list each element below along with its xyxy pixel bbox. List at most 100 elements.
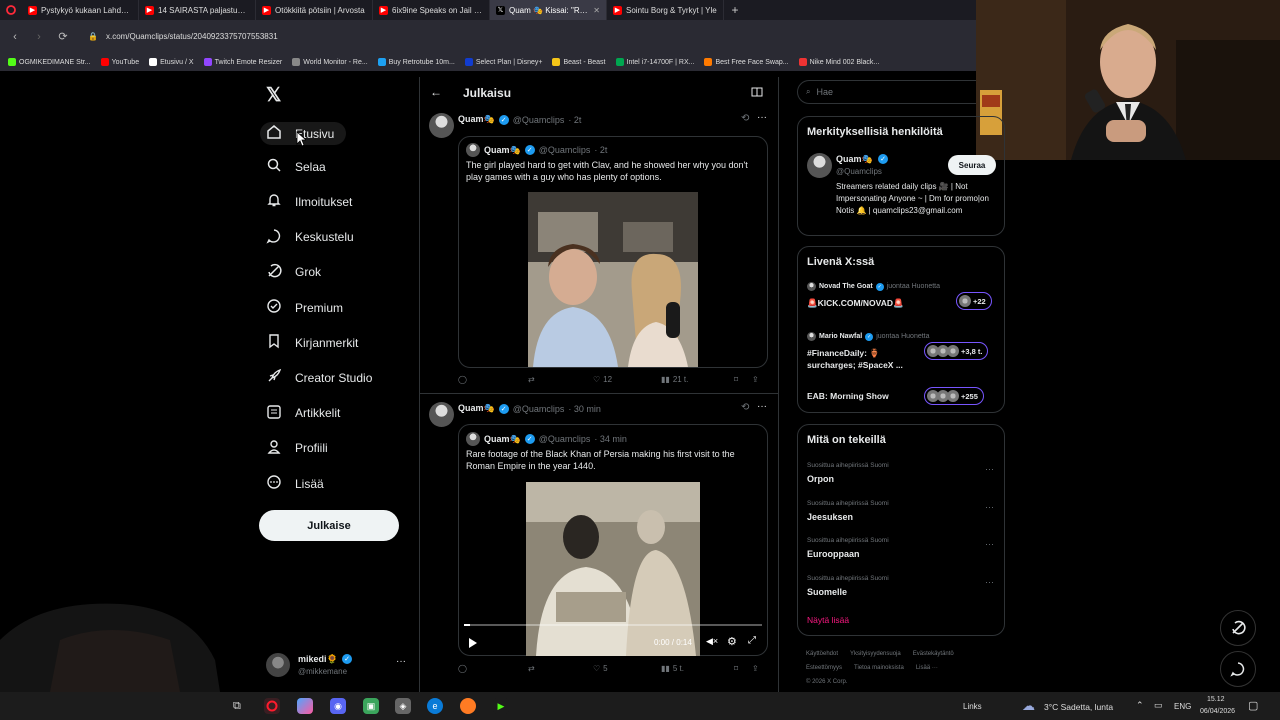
user-name[interactable]: Quam🎭 xyxy=(836,154,873,165)
trend-item[interactable]: Suosittua aihepiirissä Suomi Eurooppaan ··… xyxy=(798,537,1004,569)
fullscreen-icon[interactable]: ⤢ xyxy=(748,635,756,646)
edge-icon[interactable]: e xyxy=(427,698,443,714)
listeners-pill[interactable]: +3,8 t. xyxy=(924,342,989,360)
tray-chevron-icon[interactable]: ⌃ xyxy=(1136,700,1144,711)
search-input[interactable]: ⌕ Hae xyxy=(797,80,976,104)
app-icon[interactable] xyxy=(297,698,313,714)
retweet-icon[interactable]: ⇄ xyxy=(528,664,593,673)
bookmark-item[interactable]: Best Free Face Swap... xyxy=(704,58,789,66)
nav-item-premium[interactable]: Premium xyxy=(266,298,343,317)
more-dots-icon[interactable]: ··· xyxy=(985,464,994,474)
network-icon[interactable]: ▭ xyxy=(1154,700,1163,711)
like-button[interactable]: ♡ 12 xyxy=(593,375,661,384)
tweet-time[interactable]: · 30 min xyxy=(568,404,601,414)
reload-icon[interactable]: ⟳ xyxy=(56,30,70,43)
grok-icon[interactable]: ⟲ xyxy=(741,113,749,124)
more-dots-icon[interactable]: ··· xyxy=(985,577,994,587)
nav-item-selaa[interactable]: Selaa xyxy=(266,157,326,176)
footer-link[interactable]: Yksityisyydensuoja xyxy=(850,647,901,661)
forward-icon[interactable]: › xyxy=(32,31,46,43)
nav-item-profiili[interactable]: Profiili xyxy=(266,439,328,458)
user-handle[interactable]: @Quamclips xyxy=(836,167,882,176)
new-tab-button[interactable]: + xyxy=(724,3,746,17)
share-icon[interactable]: ⇪ xyxy=(752,375,759,384)
opera-icon[interactable] xyxy=(264,698,280,714)
kick-icon[interactable]: ▶ xyxy=(493,698,509,714)
url-bar[interactable]: 🔒 x.com/Quamclips/status/204092337570755… xyxy=(88,25,976,49)
notification-icon[interactable]: ▢ xyxy=(1248,699,1258,712)
chat-app-icon[interactable]: ▣ xyxy=(363,698,379,714)
browser-tab[interactable]: 𝕏 Quam 🎭 Kissai: "Rails ✕ xyxy=(490,0,607,20)
share-icon[interactable]: ⇪ xyxy=(752,664,759,673)
nav-item-grok[interactable]: Grok xyxy=(266,263,321,282)
more-dots-icon[interactable]: ··· xyxy=(757,401,767,412)
play-icon[interactable] xyxy=(468,636,478,651)
language-indicator[interactable]: ENG xyxy=(1174,702,1191,711)
footer-link[interactable]: Lisää ··· xyxy=(916,661,938,675)
grok-icon[interactable]: ⟲ xyxy=(741,402,749,413)
close-tab-icon[interactable]: ✕ xyxy=(593,6,600,15)
retweet-icon[interactable]: ⇄ xyxy=(528,375,593,384)
more-dots-icon[interactable]: ··· xyxy=(757,112,767,123)
browser-tab[interactable]: ▶ Sointu Borg & Tyrkyt | Yle xyxy=(607,0,724,20)
browser-menu-icon[interactable] xyxy=(0,5,22,15)
reply-icon[interactable]: ◯ xyxy=(458,664,528,673)
trend-item[interactable]: Suosittua aihepiirissä Suomi Suomelle ··· xyxy=(798,575,1004,607)
nav-item-ilmoitukset[interactable]: Ilmoitukset xyxy=(266,192,352,211)
bookmark-icon[interactable]: ⌑ xyxy=(734,664,752,673)
nav-item-kirjanmerkit[interactable]: Kirjanmerkit xyxy=(266,333,358,352)
account-switcher[interactable]: mikedi🌻 ✓ @mikkemane ··· xyxy=(266,652,408,680)
footer-link[interactable]: © 2026 X Corp. xyxy=(806,675,847,689)
views-button[interactable]: ▮▮ 21 t. xyxy=(661,375,734,384)
bookmark-item[interactable]: Select Plan | Disney+ xyxy=(464,58,542,66)
live-host[interactable]: Novad The Goat ✓ juontaa Huonetta xyxy=(807,282,940,291)
more-dots-icon[interactable]: ··· xyxy=(985,539,994,549)
nav-item-artikkelit[interactable]: Artikkelit xyxy=(266,404,340,423)
back-arrow-icon[interactable]: ← xyxy=(430,85,442,99)
bookmark-item[interactable]: Etusivu / X xyxy=(149,58,194,66)
reader-icon[interactable] xyxy=(751,86,763,101)
live-host[interactable]: Mario Nawfal ✓ juontaa Huonetta xyxy=(807,332,930,341)
bookmark-item[interactable]: Buy Retrotube 10m... xyxy=(377,58,455,66)
footer-link[interactable]: Esteettömyys xyxy=(806,661,842,675)
grok-float-button[interactable] xyxy=(1220,610,1256,646)
bookmark-icon[interactable]: ⌑ xyxy=(734,375,752,384)
volume-icon[interactable]: ◀× xyxy=(706,636,718,647)
bookmark-item[interactable]: Intel i7-14700F | RX... xyxy=(615,58,694,66)
video-progress-track[interactable] xyxy=(464,624,762,626)
views-button[interactable]: ▮▮ 5 t. xyxy=(661,664,734,673)
browser-tab[interactable]: ▶ Pystykyö kukaan Lahdess xyxy=(22,0,139,20)
nav-item-creator-studio[interactable]: Creator Studio xyxy=(266,368,372,387)
links-toolbar[interactable]: Links xyxy=(963,702,982,711)
more-dots-icon[interactable]: ··· xyxy=(985,502,994,512)
weather-text[interactable]: 3°C Sadetta, lunta xyxy=(1044,702,1113,712)
bookmark-item[interactable]: Twitch Emote Resizer xyxy=(203,58,282,66)
live-title[interactable]: EAB: Morning Show xyxy=(807,390,917,402)
show-more-link[interactable]: Näytä lisää xyxy=(807,615,849,625)
shield-app-icon[interactable]: ◈ xyxy=(395,698,411,714)
live-title[interactable]: 🚨KICK.COM/NOVAD🚨 xyxy=(807,297,917,309)
bookmark-item[interactable]: Nike Mind 002 Black... xyxy=(798,58,879,66)
tweet-avatar[interactable] xyxy=(429,113,454,138)
bookmark-item[interactable]: OGMIKEDIMANE Str... xyxy=(8,58,91,66)
like-button[interactable]: ♡ 5 xyxy=(593,664,661,673)
browser-tab[interactable]: ▶ 6ix9ine Speaks on Jail with xyxy=(373,0,490,20)
listeners-pill[interactable]: +255 xyxy=(924,387,984,405)
settings-gear-icon[interactable]: ⚙ xyxy=(727,635,737,648)
clock-time[interactable]: 15.12 xyxy=(1207,696,1225,703)
x-logo[interactable]: 𝕏 xyxy=(266,84,281,107)
footer-link[interactable]: Tietoa mainoksista xyxy=(854,661,904,675)
tweet-handle[interactable]: @Quamclips xyxy=(513,404,565,414)
tweet-author[interactable]: Quam🎭 xyxy=(458,114,495,125)
tweet-author[interactable]: Quam🎭 xyxy=(458,403,495,414)
messages-float-button[interactable] xyxy=(1220,651,1256,687)
discord-icon[interactable]: ◉ xyxy=(330,698,346,714)
listeners-pill[interactable]: +22 xyxy=(956,292,992,310)
compose-button[interactable]: Julkaise xyxy=(259,510,399,541)
tweet-avatar[interactable] xyxy=(429,402,454,427)
bookmark-item[interactable]: World Monitor - Re... xyxy=(292,58,368,66)
footer-link[interactable]: Käyttöehdot xyxy=(806,647,838,661)
trend-item[interactable]: Suosittua aihepiirissä Suomi Jeesuksen ··· xyxy=(798,500,1004,532)
tweet-time[interactable]: · 2t xyxy=(568,115,581,125)
footer-link[interactable]: Evästekäytäntö xyxy=(913,647,954,661)
